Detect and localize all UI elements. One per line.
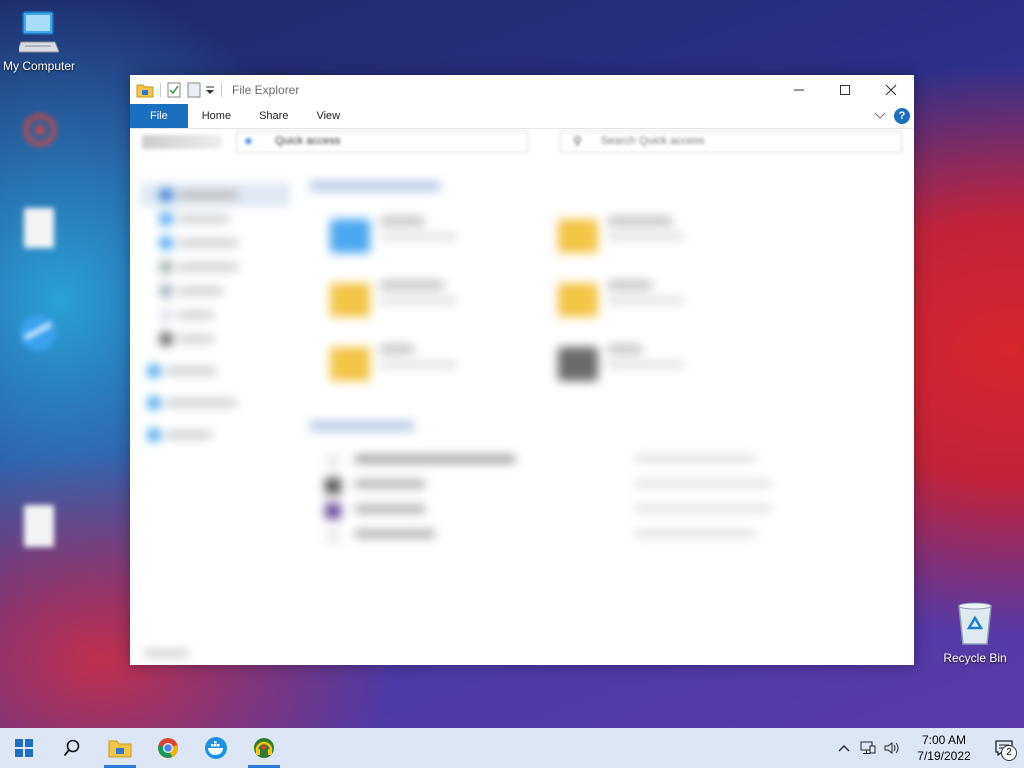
desktop-icon-label: My Computer xyxy=(2,59,76,73)
system-tray: 7:00 AM 7/19/2022 2 xyxy=(832,728,1024,768)
status-bar xyxy=(144,650,188,657)
section-heading[interactable] xyxy=(310,181,440,191)
windows-logo-icon xyxy=(15,739,33,757)
desktop-icon-label: Recycle Bin xyxy=(943,651,1007,665)
folder-icon xyxy=(136,84,154,97)
notification-count-badge: 2 xyxy=(1001,745,1017,761)
close-button[interactable] xyxy=(868,75,914,104)
tab-home[interactable]: Home xyxy=(188,104,245,128)
list-item[interactable] xyxy=(325,501,785,523)
explorer-content xyxy=(130,153,914,665)
chrome-icon xyxy=(158,738,178,758)
taskbar-chrome[interactable] xyxy=(144,728,192,768)
nav-item[interactable] xyxy=(140,391,290,415)
nav-item[interactable] xyxy=(140,255,290,279)
taskbar-docker[interactable] xyxy=(192,728,240,768)
desktop-icon-recycle-bin[interactable]: Recycle Bin xyxy=(933,602,1017,665)
nav-item[interactable] xyxy=(140,303,290,327)
tab-view[interactable]: View xyxy=(302,104,354,128)
folder-tile[interactable] xyxy=(558,343,768,399)
folder-tile[interactable] xyxy=(330,215,540,271)
tab-file[interactable]: File xyxy=(130,104,188,128)
action-center-button[interactable]: 2 xyxy=(984,728,1024,768)
file-explorer-window: File Explorer File Home Share View ? ★ Q… xyxy=(130,75,914,665)
nav-item[interactable] xyxy=(140,207,290,231)
search-box[interactable]: ⚲ Search Quick access xyxy=(560,131,902,153)
file-explorer-icon xyxy=(108,740,132,758)
tab-share[interactable]: Share xyxy=(245,104,302,128)
nav-item[interactable] xyxy=(140,359,290,383)
new-folder-icon[interactable] xyxy=(187,82,201,98)
search-button[interactable] xyxy=(48,728,96,768)
clock-date: 7/19/2022 xyxy=(917,749,971,763)
nav-item[interactable] xyxy=(140,279,290,303)
headphone-app-icon xyxy=(254,738,274,758)
taskbar-file-explorer[interactable] xyxy=(96,728,144,768)
folder-tile[interactable] xyxy=(558,279,768,335)
taskbar: 7:00 AM 7/19/2022 2 xyxy=(0,728,1024,768)
title-bar[interactable]: File Explorer xyxy=(130,75,914,104)
maximize-icon xyxy=(840,84,850,95)
show-hidden-icons-button[interactable] xyxy=(832,728,856,768)
volume-button[interactable] xyxy=(880,728,904,768)
network-button[interactable] xyxy=(856,728,880,768)
network-icon xyxy=(860,741,876,754)
speaker-icon xyxy=(884,742,899,754)
separator xyxy=(160,82,161,97)
address-bar[interactable]: ★ Quick access xyxy=(236,131,528,153)
folder-tile[interactable] xyxy=(558,215,768,271)
minimize-icon xyxy=(794,89,804,90)
folder-tile[interactable] xyxy=(330,343,540,399)
list-item[interactable] xyxy=(325,526,785,548)
separator xyxy=(221,82,222,97)
section-heading[interactable] xyxy=(310,421,414,431)
window-title: File Explorer xyxy=(232,82,300,97)
blurred-desktop-app-icon[interactable] xyxy=(15,312,61,359)
minimize-button[interactable] xyxy=(776,75,822,104)
computer-icon xyxy=(16,11,60,53)
search-placeholder: Search Quick access xyxy=(601,135,705,147)
folder-tile[interactable] xyxy=(330,279,540,335)
navigation-pane xyxy=(140,183,290,447)
blurred-desktop-file-icon[interactable] xyxy=(22,208,56,253)
search-icon xyxy=(63,739,80,757)
close-icon xyxy=(885,84,897,95)
search-icon: ⚲ xyxy=(573,134,582,148)
nav-item[interactable] xyxy=(140,423,290,447)
chevron-up-icon xyxy=(838,745,850,752)
blurred-desktop-app-icon[interactable] xyxy=(18,110,62,155)
expand-ribbon-icon[interactable] xyxy=(874,112,886,120)
nav-item[interactable] xyxy=(140,231,290,255)
recycle-bin-icon xyxy=(958,602,992,645)
ribbon-tabs: File Home Share View ? xyxy=(130,104,914,129)
nav-item[interactable] xyxy=(140,183,290,207)
desktop-icon-my-computer[interactable]: My Computer xyxy=(0,8,81,73)
address-bar-row: ★ Quick access ⚲ Search Quick access xyxy=(130,129,914,155)
nav-item[interactable] xyxy=(140,327,290,351)
customize-toolbar-dropdown-icon[interactable] xyxy=(205,84,215,96)
star-icon: ★ xyxy=(243,134,254,148)
help-button[interactable]: ? xyxy=(894,108,910,124)
maximize-button[interactable] xyxy=(822,75,868,104)
list-item[interactable] xyxy=(325,476,785,498)
docker-icon xyxy=(205,737,227,759)
taskbar-headphone-app[interactable] xyxy=(240,728,288,768)
blurred-desktop-file-icon[interactable] xyxy=(22,505,56,552)
clock[interactable]: 7:00 AM 7/19/2022 xyxy=(904,732,984,764)
start-button[interactable] xyxy=(0,728,48,768)
clock-time: 7:00 AM xyxy=(921,733,967,747)
list-item[interactable] xyxy=(325,451,785,473)
address-path: Quick access xyxy=(275,135,341,147)
properties-icon[interactable] xyxy=(167,82,181,98)
